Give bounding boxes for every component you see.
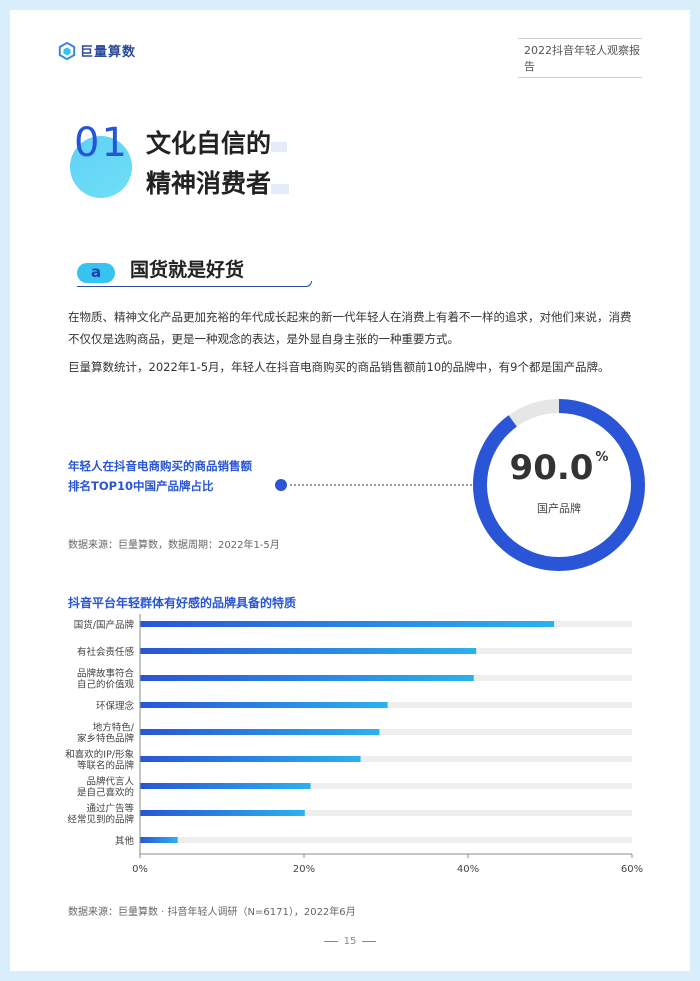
bar [140, 756, 361, 762]
bar [140, 621, 555, 627]
x-tick-label: 40% [457, 864, 479, 875]
bar [140, 729, 380, 735]
category-label: 等联名的品牌 [77, 760, 135, 772]
category-label: 是自己喜欢的 [77, 787, 134, 799]
footer-line [362, 940, 377, 942]
category-label: 国货/国产品牌 [74, 619, 135, 631]
category-label: 其他 [115, 835, 135, 847]
category-label: 通过广告等 [86, 803, 134, 815]
page-footer: 15 [10, 936, 690, 947]
bar [140, 648, 477, 654]
x-tick-label: 20% [293, 864, 315, 875]
bar [140, 837, 178, 843]
bar-track [140, 837, 632, 843]
category-label: 自己的价值观 [77, 679, 135, 691]
category-label: 品牌故事符合 [77, 668, 135, 680]
x-tick-label: 60% [621, 864, 643, 875]
bar [140, 702, 388, 708]
category-label: 经常见到的品牌 [67, 814, 134, 826]
bar-chart: 国货/国产品牌有社会责任感品牌故事符合自己的价值观环保理念地方特色/家乡特色品牌… [65, 614, 643, 875]
chart-source: 数据来源：巨量算数 · 抖音年轻人调研（N=6171），2022年6月 [68, 907, 356, 918]
bar [140, 675, 474, 681]
x-tick-label: 0% [132, 864, 148, 875]
category-label: 家乡特色品牌 [77, 733, 135, 745]
page-number: 15 [343, 936, 357, 947]
footer-line [323, 940, 338, 942]
category-label: 地方特色/ [93, 722, 135, 734]
report-page: 巨量算数 2022抖音年轻人观察报告 01 文化自信的 精神消费者 a 国货就是… [10, 10, 690, 971]
category-label: 有社会责任感 [77, 646, 135, 658]
bar [140, 783, 311, 789]
bar [140, 810, 305, 816]
category-label: 品牌代言人 [86, 776, 134, 788]
category-label: 环保理念 [96, 700, 135, 712]
category-label: 和喜欢的IP/形象 [65, 749, 134, 761]
